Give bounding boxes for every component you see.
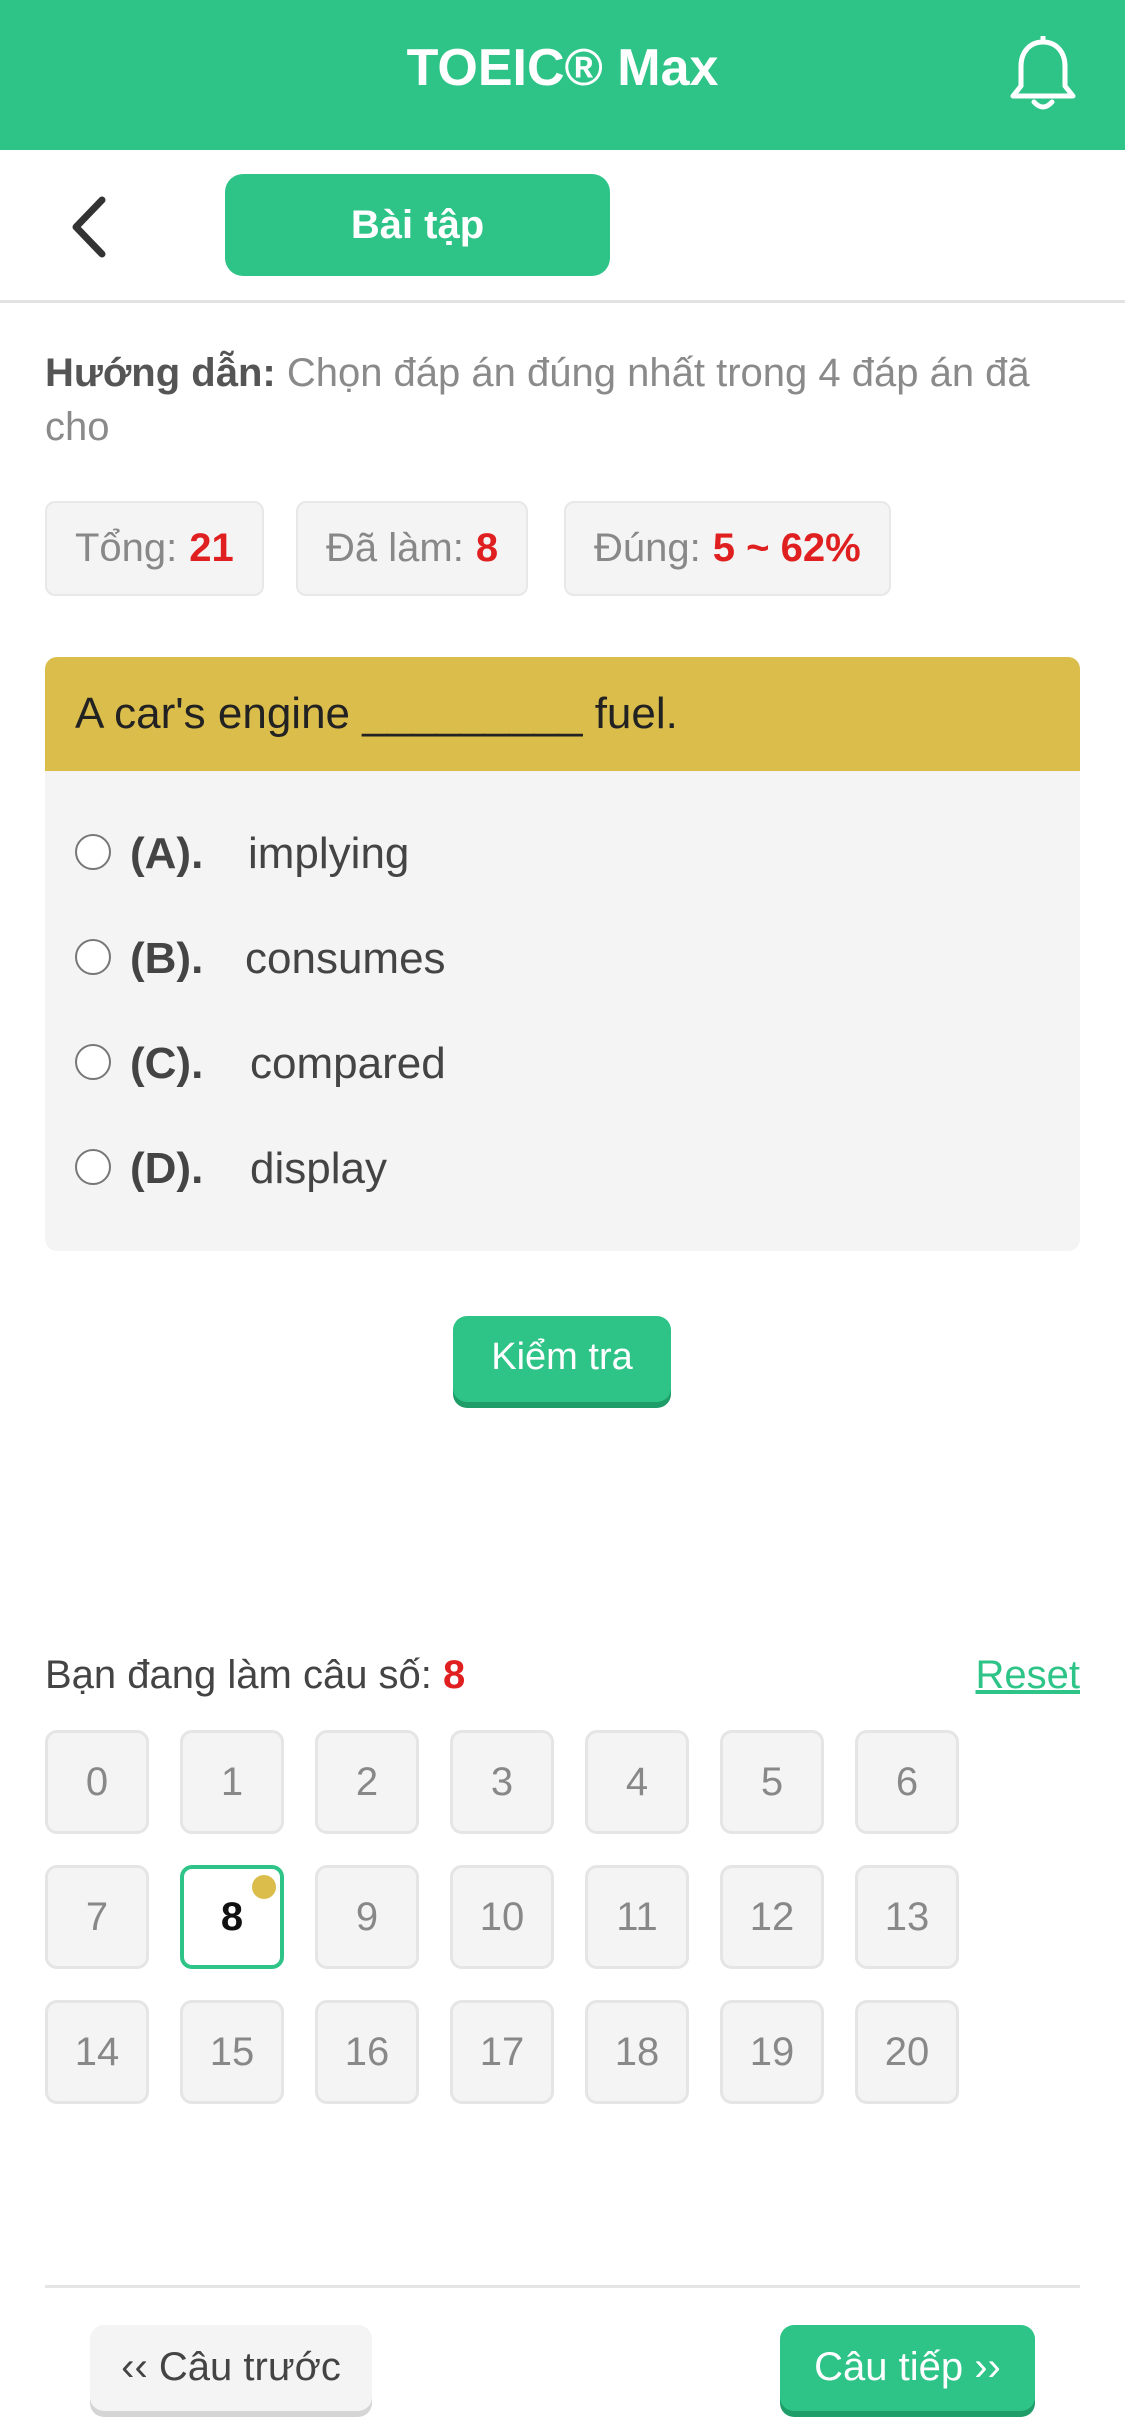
option-key: (A). xyxy=(130,829,204,878)
stat-total-value: 21 xyxy=(189,526,234,570)
radio-button[interactable] xyxy=(75,834,111,870)
question-number-button[interactable]: 10 xyxy=(450,1865,554,1969)
footer-divider xyxy=(45,2285,1080,2288)
stat-total: Tổng: 21 xyxy=(45,501,264,596)
option-key: (C). xyxy=(130,1039,204,1088)
question-number-button[interactable]: 7 xyxy=(45,1865,149,1969)
check-button[interactable]: Kiểm tra xyxy=(453,1316,671,1402)
bell-icon[interactable] xyxy=(1007,36,1079,114)
question-number-button-active[interactable]: 8 xyxy=(180,1865,284,1969)
instructions-label: Hướng dẫn: xyxy=(45,351,276,395)
question-number-button[interactable]: 0 xyxy=(45,1730,149,1834)
question-number-button[interactable]: 15 xyxy=(180,2000,284,2104)
question-number-button[interactable]: 6 xyxy=(855,1730,959,1834)
previous-question-button[interactable]: ‹‹ Câu trước xyxy=(90,2325,372,2411)
question-number-button[interactable]: 16 xyxy=(315,2000,419,2104)
option-text: implying xyxy=(248,829,410,878)
current-question-label: Bạn đang làm câu số: xyxy=(45,1653,432,1697)
stat-correct-value: 5 ~ 62% xyxy=(712,526,861,570)
question-number-button[interactable]: 20 xyxy=(855,2000,959,2104)
question-number-button[interactable]: 12 xyxy=(720,1865,824,1969)
stat-done-value: 8 xyxy=(475,526,499,570)
question-number-button[interactable]: 5 xyxy=(720,1730,824,1834)
stat-total-label: Tổng: xyxy=(75,526,178,570)
sub-header: Bài tập xyxy=(0,150,1125,303)
app-bar: TOEIC® Max xyxy=(0,0,1125,150)
radio-button[interactable] xyxy=(75,1149,111,1185)
stat-correct: Đúng: 5 ~ 62% xyxy=(564,501,891,596)
question-number-button[interactable]: 17 xyxy=(450,2000,554,2104)
current-indicator-dot xyxy=(252,1875,276,1899)
question-number-button[interactable]: 3 xyxy=(450,1730,554,1834)
chevron-left-icon[interactable] xyxy=(60,192,120,262)
answer-options: (A). implying (B). consumes (C). compare… xyxy=(45,771,1080,1251)
current-question-number: 8 xyxy=(443,1653,466,1697)
radio-button[interactable] xyxy=(75,1044,111,1080)
question-number-button[interactable]: 2 xyxy=(315,1730,419,1834)
stat-correct-label: Đúng: xyxy=(594,526,701,570)
question-number-button[interactable]: 11 xyxy=(585,1865,689,1969)
option-text: display xyxy=(250,1144,387,1193)
question-number-button[interactable]: 19 xyxy=(720,2000,824,2104)
reset-link[interactable]: Reset xyxy=(976,1650,1081,1700)
instructions: Hướng dẫn: Chọn đáp án đúng nhất trong 4… xyxy=(45,346,1075,454)
radio-button[interactable] xyxy=(75,939,111,975)
stat-done: Đã làm: 8 xyxy=(296,501,529,596)
option-text: compared xyxy=(250,1039,446,1088)
tab-exercise[interactable]: Bài tập xyxy=(225,174,610,276)
question-number-button[interactable]: 1 xyxy=(180,1730,284,1834)
question-number-button[interactable]: 13 xyxy=(855,1865,959,1969)
question-number-button[interactable]: 4 xyxy=(585,1730,689,1834)
stat-done-label: Đã làm: xyxy=(326,526,464,570)
option-key: (B). xyxy=(130,934,204,983)
question-number-button[interactable]: 9 xyxy=(315,1865,419,1969)
question-number-button[interactable]: 18 xyxy=(585,2000,689,2104)
next-question-button[interactable]: Câu tiếp ›› xyxy=(780,2325,1035,2411)
current-question-info: Bạn đang làm câu số: 8 xyxy=(45,1650,465,1700)
app-title: TOEIC® Max xyxy=(406,39,719,97)
option-text: consumes xyxy=(245,934,446,983)
question-text: A car's engine _________ fuel. xyxy=(45,657,1080,771)
option-key: (D). xyxy=(130,1144,204,1193)
question-number-button[interactable]: 14 xyxy=(45,2000,149,2104)
question-number-label: 8 xyxy=(220,1895,244,1939)
